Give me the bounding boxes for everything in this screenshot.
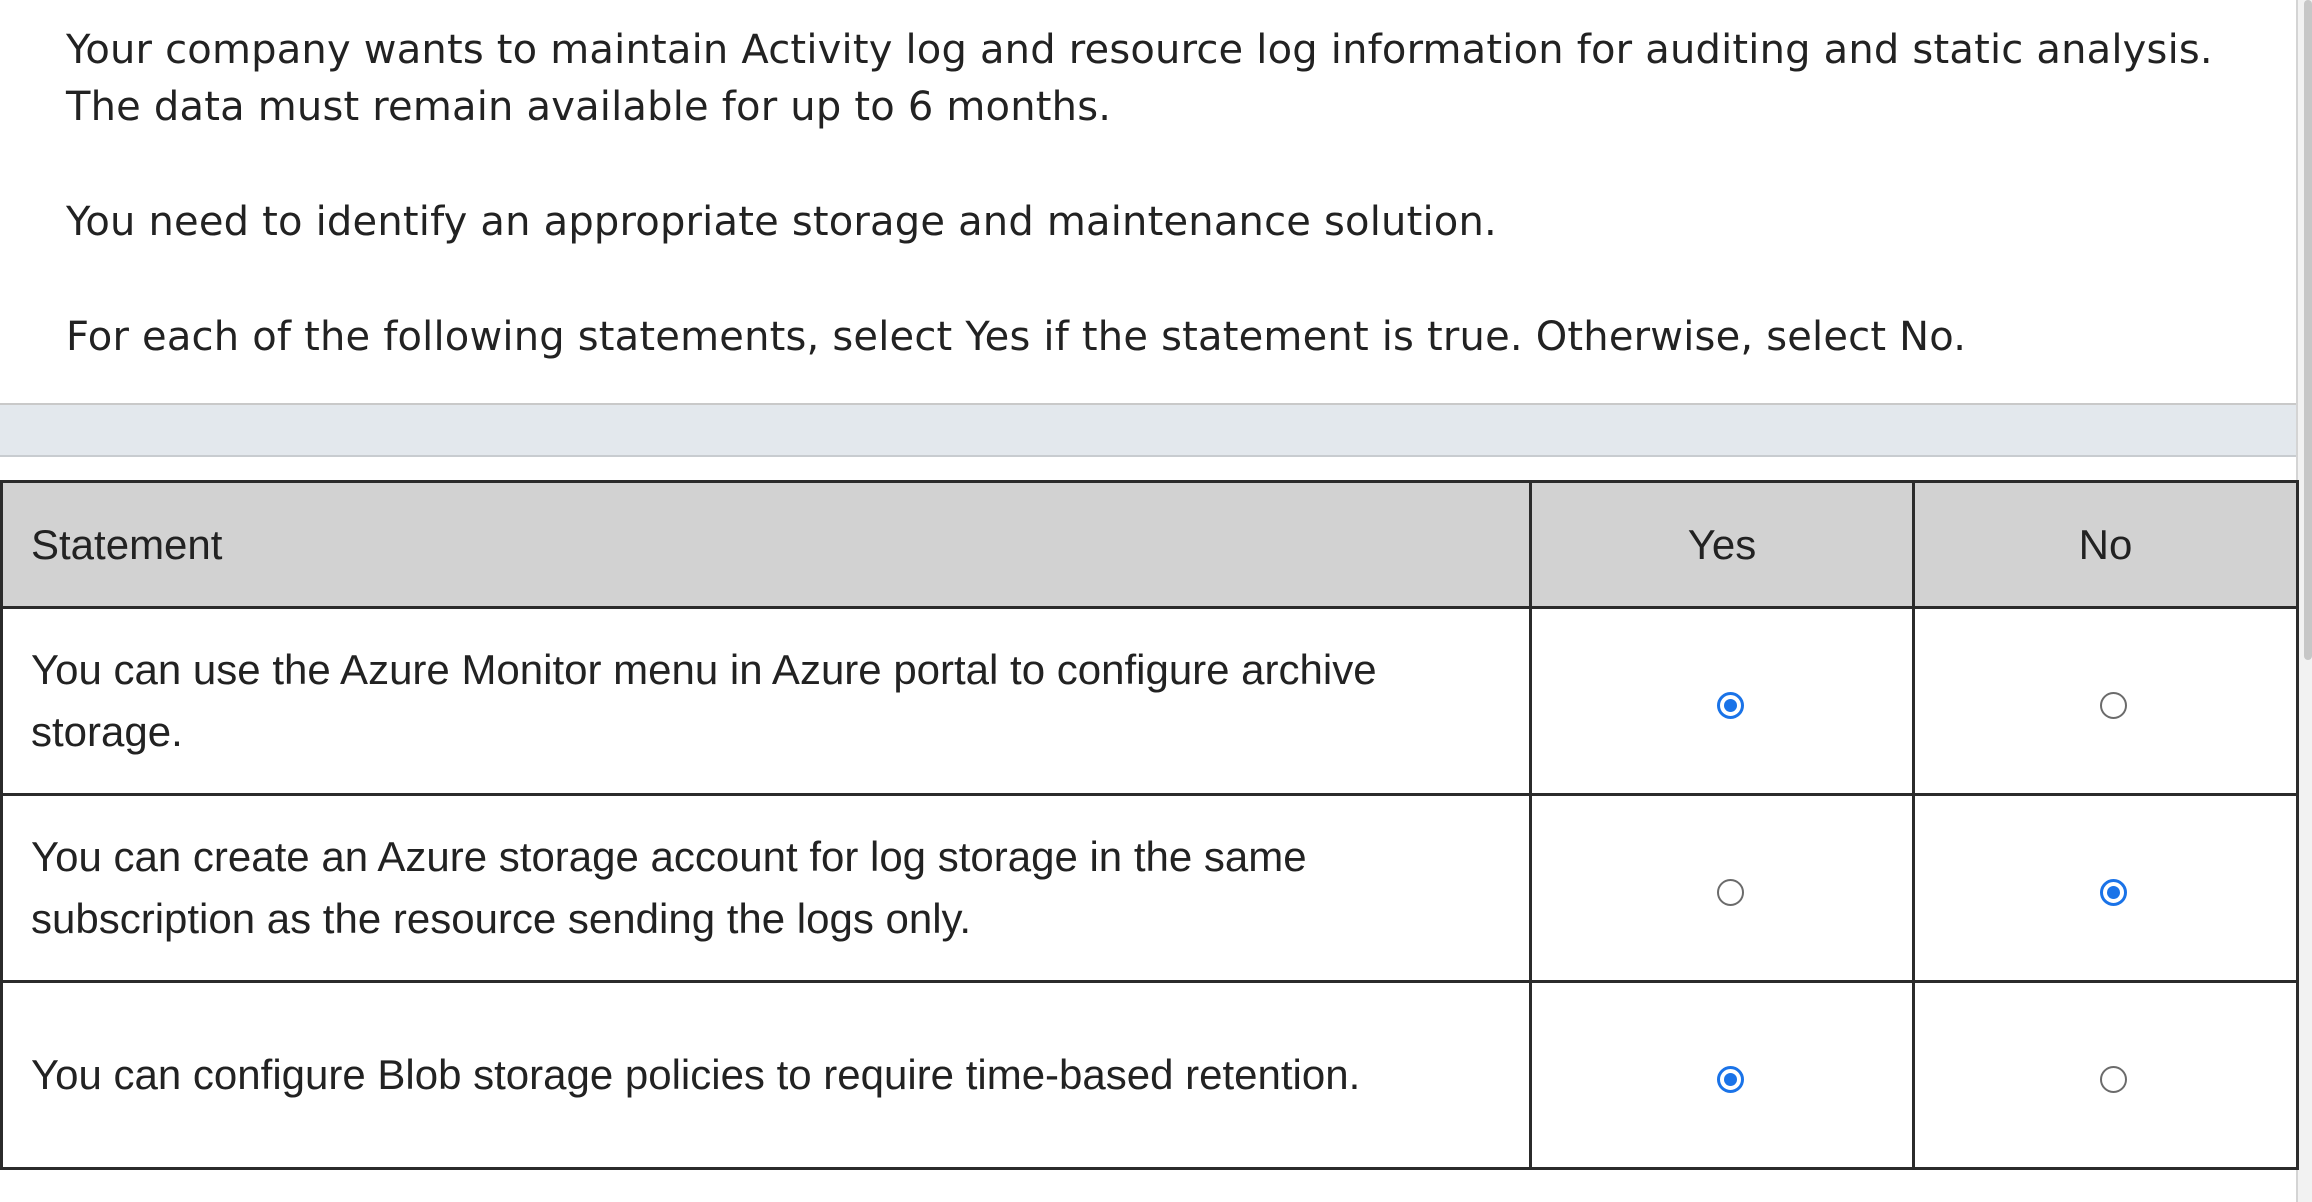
header-yes: Yes	[1529, 480, 1915, 609]
prompt-line-4: For each of the following statements, se…	[66, 314, 1967, 360]
no-cell	[1912, 980, 2299, 1170]
scrollbar-thumb[interactable]	[2304, 0, 2312, 660]
section-band	[0, 405, 2296, 457]
statement-text: You can use the Azure Monitor menu in Az…	[0, 606, 1532, 796]
prompt-line-3: You need to identify an appropriate stor…	[66, 199, 1497, 245]
no-cell	[1912, 606, 2299, 796]
radio-no[interactable]	[2100, 1066, 2127, 1093]
prompt-line-2: The data must remain available for up to…	[66, 84, 1112, 130]
radio-no[interactable]	[2100, 879, 2127, 906]
prompt-gap	[66, 136, 2266, 194]
radio-no[interactable]	[2100, 692, 2127, 719]
radio-yes[interactable]	[1716, 879, 1744, 906]
statement-text: You can create an Azure storage account …	[0, 793, 1532, 983]
prompt-gap	[66, 251, 2266, 309]
prompt-line-1: Your company wants to maintain Activity …	[66, 27, 2213, 73]
header-no: No	[1912, 480, 2299, 609]
table-row: You can use the Azure Monitor menu in Az…	[0, 606, 2299, 796]
question-prompt: Your company wants to maintain Activity …	[66, 22, 2266, 366]
yes-cell	[1529, 793, 1915, 983]
radio-yes[interactable]	[1716, 692, 1744, 719]
no-cell	[1912, 793, 2299, 983]
table-row: You can create an Azure storage account …	[0, 793, 2299, 983]
radio-yes[interactable]	[1716, 1066, 1744, 1093]
table-header-row: Statement Yes No	[0, 480, 2299, 609]
header-statement: Statement	[0, 480, 1532, 609]
yes-cell	[1529, 606, 1915, 796]
statement-table: Statement Yes No You can use the Azure M…	[0, 480, 2299, 1170]
yes-cell	[1529, 980, 1915, 1170]
statement-text: You can configure Blob storage policies …	[0, 980, 1532, 1170]
table-row: You can configure Blob storage policies …	[0, 980, 2299, 1170]
